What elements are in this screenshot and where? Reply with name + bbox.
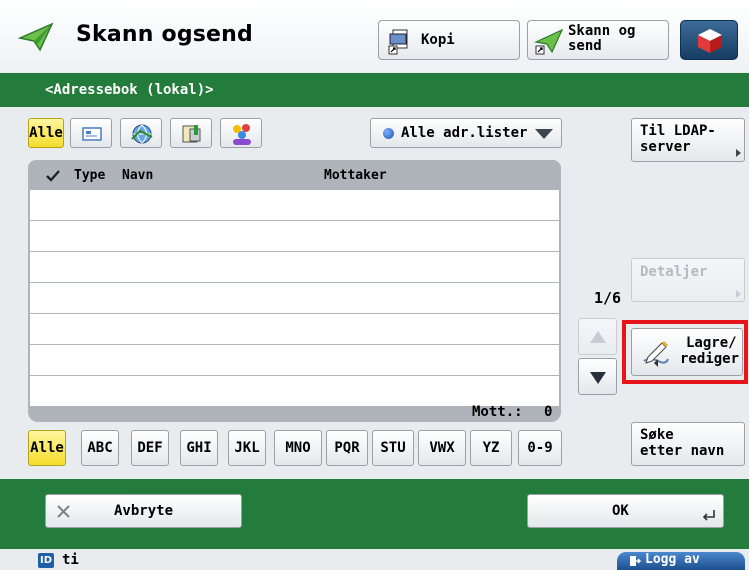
address-list-dropdown[interactable]: Alle adr.lister bbox=[370, 118, 562, 148]
chevron-right-icon bbox=[736, 290, 741, 298]
scan-send-label-1: Skann og bbox=[568, 23, 636, 39]
scan-send-label-2: send bbox=[568, 38, 602, 54]
group-icon bbox=[233, 124, 251, 145]
details-label: Detaljer bbox=[640, 264, 708, 280]
table-row[interactable] bbox=[30, 190, 559, 220]
email-card-icon bbox=[82, 127, 102, 141]
alpha-tab-abc[interactable]: ABC bbox=[81, 430, 119, 466]
ldap-label-1: Til LDAP- bbox=[640, 123, 716, 139]
table-row[interactable] bbox=[30, 314, 559, 344]
alpha-tab-def[interactable]: DEF bbox=[131, 430, 169, 466]
cube-icon bbox=[698, 29, 722, 53]
globe-icon bbox=[131, 124, 153, 144]
edit-pen-icon bbox=[643, 341, 669, 367]
scan-send-small-icon bbox=[534, 28, 564, 55]
scan-send-button[interactable]: Skann og send bbox=[527, 20, 669, 60]
cancel-button[interactable]: Avbryte bbox=[45, 494, 242, 528]
scroll-up-button[interactable] bbox=[578, 318, 617, 355]
dropdown-arrow-icon bbox=[535, 129, 553, 139]
table-row[interactable] bbox=[30, 376, 559, 406]
up-arrow-icon bbox=[590, 331, 606, 343]
address-book-title: <Adressebok (lokal)> bbox=[45, 82, 214, 98]
alpha-tab-ghi[interactable]: GHI bbox=[180, 430, 218, 466]
table-row[interactable] bbox=[30, 283, 559, 313]
table-row[interactable] bbox=[30, 221, 559, 251]
alpha-tab-yz[interactable]: YZ bbox=[470, 430, 512, 466]
ok-button[interactable]: OK bbox=[527, 494, 724, 528]
scroll-down-button[interactable] bbox=[578, 358, 617, 395]
alpha-tab-mno[interactable]: MNO bbox=[274, 430, 322, 466]
search-label-1: Søke bbox=[640, 427, 674, 443]
address-list-table: Type Navn Mottaker Mott.: 0 bbox=[28, 160, 561, 422]
down-arrow-icon bbox=[590, 372, 606, 384]
recipient-count-label: Mott.: bbox=[472, 404, 523, 420]
main-menu-button[interactable] bbox=[680, 20, 738, 60]
copy-button[interactable]: Kopi bbox=[378, 20, 520, 60]
alpha-tab-pqr[interactable]: PQR bbox=[326, 430, 368, 466]
ok-label: OK bbox=[612, 503, 629, 519]
filter-email-button[interactable] bbox=[70, 118, 112, 148]
alpha-tab-jkl[interactable]: JKL bbox=[228, 430, 266, 466]
recipient-count-value: 0 bbox=[544, 404, 553, 420]
copy-label: Kopi bbox=[421, 32, 455, 48]
column-type: Type bbox=[74, 168, 106, 183]
filter-fax-button[interactable] bbox=[170, 118, 212, 148]
title-band: <Adressebok (lokal)> bbox=[0, 73, 749, 107]
scan-send-icon bbox=[18, 22, 54, 52]
user-id: ti bbox=[62, 552, 79, 568]
search-label-2: etter navn bbox=[640, 443, 725, 459]
app-title: Skann ogsend bbox=[76, 22, 253, 47]
to-ldap-server-button[interactable]: Til LDAP- server bbox=[631, 118, 745, 162]
save-edit-button[interactable]: Lagre/ rediger bbox=[631, 328, 743, 376]
page-indicator: 1/6 bbox=[594, 289, 622, 307]
ldap-label-2: server bbox=[640, 139, 691, 155]
filter-group-button[interactable] bbox=[220, 118, 262, 148]
table-row[interactable] bbox=[30, 345, 559, 375]
cancel-label: Avbryte bbox=[114, 503, 174, 519]
logout-label: Logg av bbox=[645, 552, 700, 567]
table-row[interactable] bbox=[30, 252, 559, 282]
blue-dot-icon bbox=[383, 128, 394, 139]
alpha-tab-vwx[interactable]: VWX bbox=[418, 430, 466, 466]
fax-icon bbox=[182, 125, 201, 143]
address-list-selected: Alle adr.lister bbox=[401, 125, 528, 141]
save-label-1: Lagre/ bbox=[686, 335, 737, 351]
details-button[interactable]: Detaljer bbox=[631, 258, 745, 302]
alpha-tab-digits[interactable]: 0-9 bbox=[518, 430, 562, 466]
filter-all-label: Alle bbox=[29, 125, 63, 141]
checkmark-icon bbox=[46, 170, 60, 182]
save-label-2: rediger bbox=[680, 351, 740, 367]
chevron-right-icon bbox=[736, 149, 741, 157]
enter-icon bbox=[702, 510, 715, 521]
column-recipient: Mottaker bbox=[324, 168, 387, 183]
alpha-tab-stu[interactable]: STU bbox=[372, 430, 414, 466]
filter-ifax-button[interactable] bbox=[120, 118, 162, 148]
search-by-name-button[interactable]: Søke etter navn bbox=[631, 422, 745, 466]
id-badge-icon: ID bbox=[38, 553, 54, 568]
close-icon bbox=[57, 505, 70, 518]
alpha-tab-all[interactable]: Alle bbox=[28, 430, 66, 466]
column-name: Navn bbox=[122, 168, 154, 183]
logout-button[interactable]: Logg av bbox=[617, 552, 745, 570]
filter-all-button[interactable]: Alle bbox=[28, 118, 64, 148]
logout-icon bbox=[630, 556, 641, 566]
copy-icon bbox=[388, 29, 408, 55]
